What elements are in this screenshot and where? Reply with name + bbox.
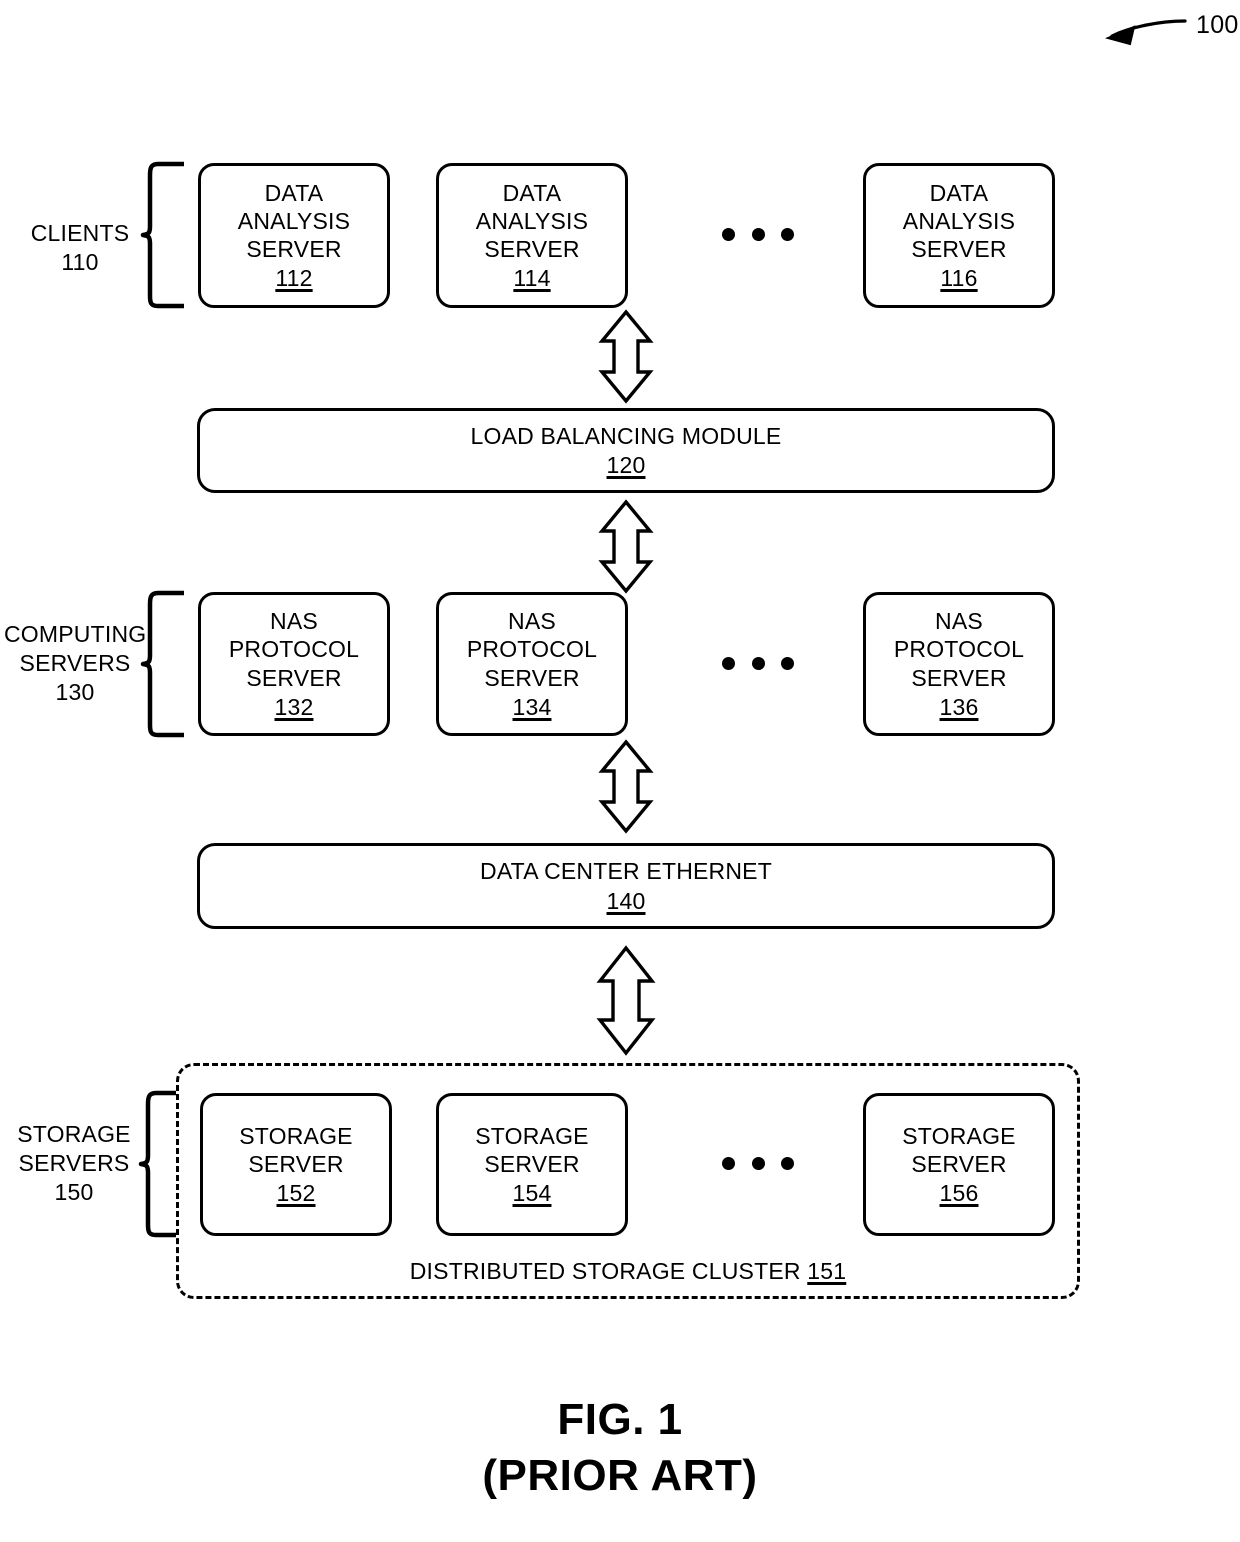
- callout-leader-arrow-icon: [1104, 19, 1187, 46]
- node-ref: 114: [513, 265, 551, 292]
- node-line-3: SERVER: [484, 236, 580, 262]
- node-line-2: ANALYSIS: [475, 207, 589, 234]
- node-line-2: ANALYSIS: [902, 207, 1016, 234]
- node-line-3: SERVER: [246, 236, 342, 262]
- figure-caption: FIG. 1 (PRIOR ART): [0, 1392, 1240, 1505]
- node-line-2: SERVER: [911, 1150, 1007, 1177]
- node-line-1: STORAGE: [475, 1122, 589, 1149]
- ellipsis-dot: [781, 657, 794, 670]
- node-ref: 152: [276, 1180, 316, 1207]
- node-line-2: SERVER: [248, 1150, 344, 1177]
- node-nas-protocol-server-132[interactable]: NAS PROTOCOL SERVER 132: [198, 592, 390, 736]
- node-nas-protocol-server-134[interactable]: NAS PROTOCOL SERVER 134: [436, 592, 628, 736]
- group-label-storage-servers-name2: SERVERS: [18, 1149, 130, 1176]
- ellipsis-dot: [722, 657, 735, 670]
- cluster-label-ref: 151: [807, 1258, 847, 1284]
- node-line-2: SERVER: [484, 1150, 580, 1177]
- node-ref: 156: [939, 1180, 979, 1207]
- node-ref: 112: [275, 265, 313, 292]
- group-label-computing-servers-ref: 130: [55, 678, 95, 705]
- node-storage-server-152[interactable]: STORAGE SERVER 152: [200, 1093, 392, 1236]
- node-line-1: NAS: [270, 608, 318, 635]
- group-label-storage-servers-ref: 150: [54, 1178, 94, 1205]
- node-ref: 116: [940, 265, 978, 292]
- node-line-2: PROTOCOL: [893, 636, 1025, 663]
- group-label-computing-servers-name2: SERVERS: [19, 649, 131, 676]
- ellipsis-dot: [722, 228, 735, 241]
- node-line-1: DATA: [929, 179, 989, 206]
- curly-brace-icon-computing-servers: [140, 590, 184, 738]
- bar-title: LOAD BALANCING MODULE: [470, 422, 782, 449]
- bar-ref: 140: [606, 887, 646, 914]
- ellipsis-dots-icon-clients: [722, 228, 794, 241]
- ellipsis-dots-icon-computing: [722, 657, 794, 670]
- node-ref: 136: [939, 693, 979, 720]
- group-label-computing-servers-name1: COMPUTING: [4, 621, 147, 647]
- node-ref: 154: [512, 1180, 552, 1207]
- figure-callout-number: 100: [1196, 11, 1239, 39]
- bar-title: DATA CENTER ETHERNET: [480, 858, 772, 885]
- ellipsis-dot: [781, 228, 794, 241]
- ellipsis-dot: [751, 657, 765, 670]
- ellipsis-dot: [781, 1157, 794, 1170]
- group-label-computing-servers: COMPUTING SERVERS 130: [4, 620, 146, 706]
- node-storage-server-154[interactable]: STORAGE SERVER 154: [436, 1093, 628, 1236]
- cluster-label-text: DISTRIBUTED STORAGE CLUSTER: [409, 1258, 801, 1284]
- ellipsis-dot: [751, 228, 765, 241]
- ellipsis-dot: [751, 1157, 765, 1170]
- double-headed-vertical-arrow-icon-lb-nas: [598, 499, 654, 594]
- distributed-storage-cluster-label: DISTRIBUTED STORAGE CLUSTER 151: [176, 1258, 1080, 1285]
- node-ref: 134: [512, 693, 552, 720]
- double-headed-vertical-arrow-icon-clients-lb: [598, 309, 654, 404]
- node-line-2: PROTOCOL: [228, 636, 360, 663]
- curly-brace-icon-storage-servers: [138, 1090, 176, 1238]
- group-label-storage-servers: STORAGE SERVERS 150: [4, 1120, 144, 1206]
- node-nas-protocol-server-136[interactable]: NAS PROTOCOL SERVER 136: [863, 592, 1055, 736]
- node-line-1: NAS: [935, 608, 983, 635]
- node-load-balancing-module-120[interactable]: LOAD BALANCING MODULE 120: [197, 408, 1055, 493]
- node-storage-server-156[interactable]: STORAGE SERVER 156: [863, 1093, 1055, 1236]
- node-data-center-ethernet-140[interactable]: DATA CENTER ETHERNET 140: [197, 843, 1055, 929]
- node-line-1: DATA: [264, 179, 324, 206]
- node-line-3: SERVER: [911, 664, 1007, 691]
- node-line-2: PROTOCOL: [466, 636, 598, 663]
- bar-ref: 120: [606, 452, 646, 478]
- ellipsis-dot: [722, 1157, 735, 1170]
- node-line-2: ANALYSIS: [237, 207, 351, 234]
- figure-caption-line-1: FIG. 1: [557, 1395, 683, 1444]
- double-headed-vertical-arrow-icon-dce-storage: [596, 945, 656, 1056]
- node-data-analysis-server-114[interactable]: DATA ANALYSIS SERVER 114: [436, 163, 628, 308]
- node-data-analysis-server-112[interactable]: DATA ANALYSIS SERVER 112: [198, 163, 390, 308]
- group-label-clients-name: CLIENTS: [30, 220, 130, 246]
- node-line-1: NAS: [508, 608, 556, 635]
- node-line-3: SERVER: [246, 664, 342, 691]
- curly-brace-icon-clients: [140, 161, 184, 309]
- node-data-analysis-server-116[interactable]: DATA ANALYSIS SERVER 116: [863, 163, 1055, 308]
- node-line-1: STORAGE: [239, 1122, 353, 1149]
- double-headed-vertical-arrow-icon-nas-dce: [598, 739, 654, 834]
- group-label-clients: CLIENTS 110: [20, 219, 140, 277]
- node-line-3: SERVER: [911, 236, 1007, 262]
- node-line-1: DATA: [502, 179, 562, 206]
- node-line-1: STORAGE: [902, 1122, 1016, 1149]
- node-line-3: SERVER: [484, 664, 580, 691]
- group-label-clients-ref: 110: [61, 248, 99, 275]
- node-ref: 132: [274, 693, 314, 720]
- patent-figure: 100 CLIENTS 110 COMPUTING SERVERS 130 ST…: [0, 0, 1240, 1542]
- figure-caption-line-2: (PRIOR ART): [482, 1451, 758, 1501]
- group-label-storage-servers-name1: STORAGE: [17, 1121, 131, 1147]
- ellipsis-dots-icon-storage: [722, 1157, 794, 1170]
